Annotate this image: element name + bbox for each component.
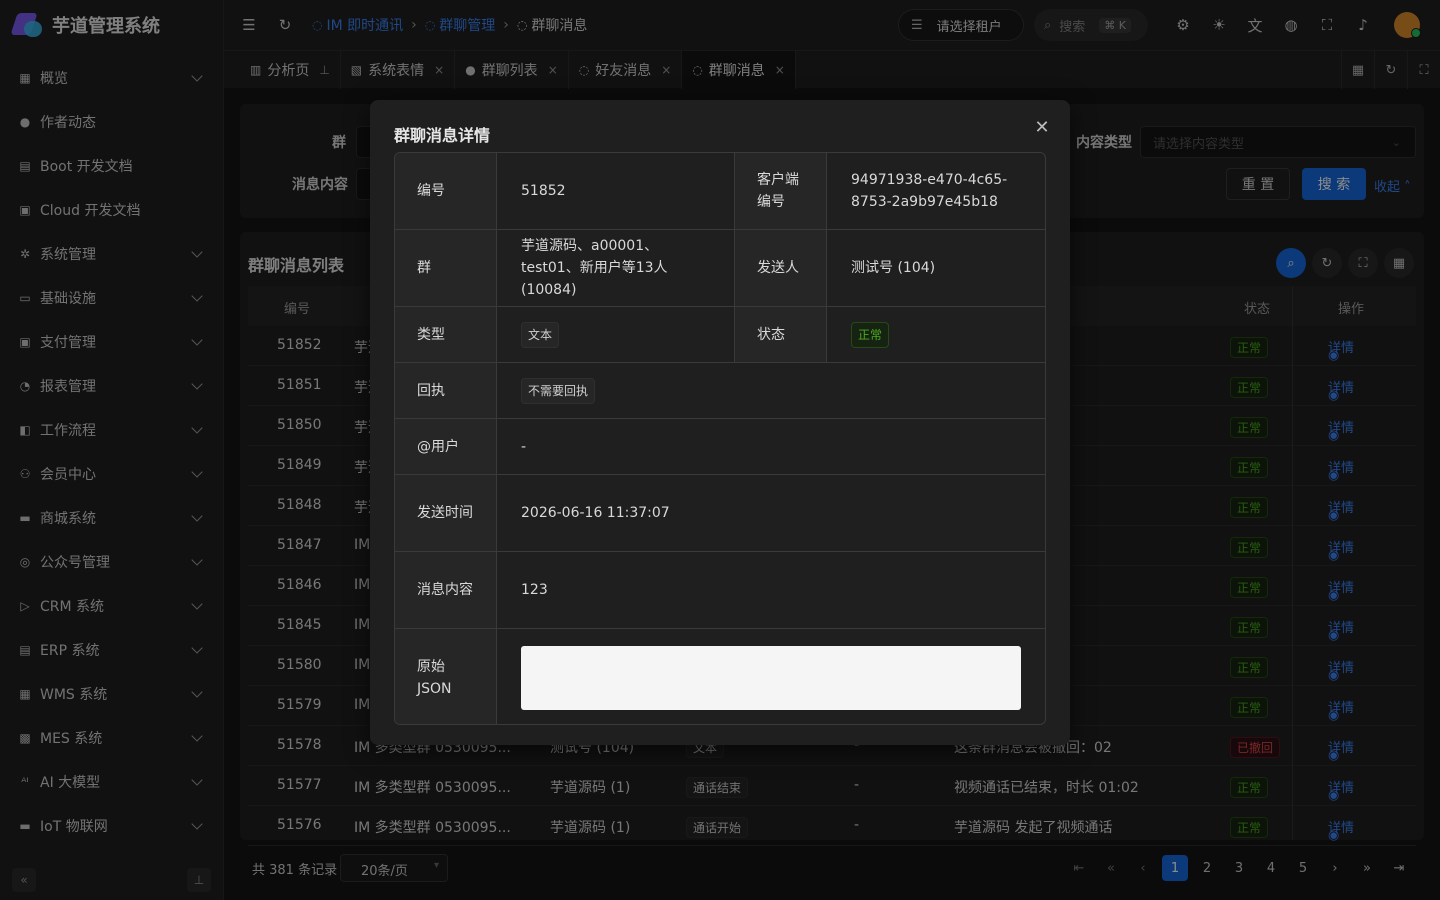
detail-value-id: 51852	[497, 153, 735, 229]
modal-title: 群聊消息详情	[394, 126, 491, 145]
detail-value-json	[497, 629, 1045, 724]
message-detail-modal: 群聊消息详情 ✕ 编号 51852 客户端编号 94971938-e470-4c…	[370, 100, 1070, 745]
detail-row-time: 发送时间 2026-06-16 11:37:07	[395, 475, 1045, 552]
detail-label: 回执	[395, 363, 497, 418]
detail-row-json: 原始 JSON	[395, 629, 1045, 724]
close-icon[interactable]: ✕	[1032, 118, 1052, 138]
detail-row-content: 消息内容 123	[395, 552, 1045, 629]
receipt-tag: 不需要回执	[521, 377, 596, 404]
detail-value-time: 2026-06-16 11:37:07	[521, 505, 670, 521]
status-badge: 正常	[851, 321, 890, 348]
detail-table: 编号 51852 客户端编号 94971938-e470-4c65-8753-2…	[394, 152, 1046, 725]
detail-row-id: 编号 51852 客户端编号 94971938-e470-4c65-8753-2…	[395, 153, 1045, 230]
detail-value-type: 文本	[497, 307, 735, 362]
detail-row-type: 类型 文本 状态 正常	[395, 307, 1045, 363]
detail-value-receipt: 不需要回执	[497, 363, 1045, 418]
detail-row-receipt: 回执 不需要回执	[395, 363, 1045, 419]
detail-label: 状态	[735, 307, 827, 362]
detail-value-client-id: 94971938-e470-4c65-8753-2a9b97e45b18	[851, 172, 1008, 210]
detail-value-content: 123	[521, 582, 548, 598]
detail-row-group: 群 芋道源码、a00001、test01、新用户等13人 (10084) 发送人…	[395, 230, 1045, 307]
detail-label: 发送时间	[395, 475, 497, 551]
detail-value-group: 芋道源码、a00001、test01、新用户等13人 (10084)	[497, 230, 735, 306]
detail-label: 编号	[395, 153, 497, 229]
detail-label: 消息内容	[395, 552, 497, 628]
json-viewer[interactable]	[521, 645, 1021, 710]
detail-value-status: 正常	[827, 307, 1045, 362]
detail-label: 群	[395, 230, 497, 306]
detail-value-sender: 测试号 (104)	[851, 260, 936, 276]
detail-label: 类型	[395, 307, 497, 362]
detail-label: 发送人	[735, 230, 827, 306]
detail-value-at: -	[521, 438, 527, 455]
type-tag: 文本	[521, 321, 560, 348]
detail-label: 原始 JSON	[395, 629, 497, 724]
detail-row-at: @用户 -	[395, 419, 1045, 475]
detail-label: @用户	[395, 419, 497, 474]
detail-label: 客户端编号	[735, 153, 827, 229]
